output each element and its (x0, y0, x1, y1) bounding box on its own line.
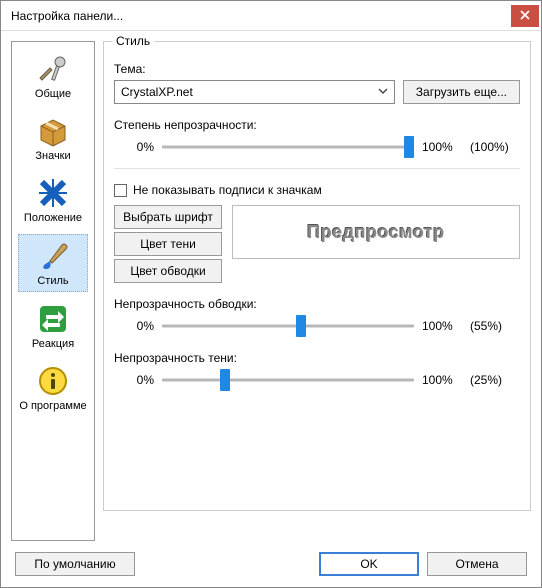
brush-icon (36, 239, 70, 273)
stroke-opacity-label: Непрозрачность обводки: (114, 297, 520, 311)
sidebar-item-label: Значки (35, 150, 70, 162)
ok-button[interactable]: OK (319, 552, 419, 576)
load-more-button[interactable]: Загрузить еще... (403, 80, 520, 104)
style-group: Стиль Тема: CrystalXP.net Загрузить еще.… (103, 41, 531, 511)
package-icon (36, 114, 70, 148)
stroke-opacity-slider[interactable] (162, 315, 414, 337)
swap-icon (36, 302, 70, 336)
sidebar-item-label: Общие (35, 88, 71, 100)
sidebar-item-general[interactable]: Общие (18, 48, 88, 104)
stroke-opacity-value: (55%) (470, 319, 520, 333)
position-icon (36, 176, 70, 210)
sidebar-item-position[interactable]: Положение (18, 172, 88, 228)
sidebar-item-label: О программе (19, 400, 86, 412)
shadow-opacity-slider[interactable] (162, 369, 414, 391)
button-bar: По умолчанию OK Отмена (1, 541, 541, 587)
theme-select[interactable]: CrystalXP.net (114, 80, 395, 104)
hide-captions-label: Не показывать подписи к значкам (133, 183, 322, 197)
sidebar-item-icons[interactable]: Значки (18, 110, 88, 166)
info-icon (36, 364, 70, 398)
window-title: Настройка панели... (11, 9, 123, 23)
opacity-slider[interactable] (162, 136, 414, 158)
close-icon (520, 9, 530, 23)
slider-max: 100% (422, 319, 462, 333)
sidebar-item-label: Реакция (32, 338, 74, 350)
hide-captions-checkbox[interactable] (114, 184, 127, 197)
shadow-opacity-value: (25%) (470, 373, 520, 387)
theme-label: Тема: (114, 62, 520, 76)
sidebar-item-style[interactable]: Стиль (18, 234, 88, 292)
theme-value: CrystalXP.net (121, 85, 193, 99)
defaults-button[interactable]: По умолчанию (15, 552, 135, 576)
close-button[interactable] (511, 5, 539, 27)
slider-max: 100% (422, 373, 462, 387)
tools-icon (36, 52, 70, 86)
settings-window: Настройка панели... Общие Значки (0, 0, 542, 588)
chevron-down-icon (378, 85, 388, 99)
main-panel: Стиль Тема: CrystalXP.net Загрузить еще.… (103, 41, 531, 541)
sidebar-item-about[interactable]: О программе (18, 360, 88, 416)
sidebar: Общие Значки Положение Стиль (11, 41, 95, 541)
slider-max: 100% (422, 140, 462, 154)
choose-font-button[interactable]: Выбрать шрифт (114, 205, 222, 229)
preview-box: Предпросмотр (232, 205, 520, 259)
shadow-opacity-label: Непрозрачность тени: (114, 351, 520, 365)
stroke-color-button[interactable]: Цвет обводки (114, 259, 222, 283)
opacity-value: (100%) (470, 140, 520, 154)
divider (114, 168, 520, 169)
sidebar-item-label: Стиль (37, 275, 68, 287)
titlebar: Настройка панели... (1, 1, 541, 31)
cancel-button[interactable]: Отмена (427, 552, 527, 576)
slider-min: 0% (114, 319, 154, 333)
opacity-label: Степень непрозрачности: (114, 118, 520, 132)
shadow-color-button[interactable]: Цвет тени (114, 232, 222, 256)
preview-text: Предпросмотр (307, 222, 444, 243)
slider-min: 0% (114, 373, 154, 387)
slider-min: 0% (114, 140, 154, 154)
group-legend: Стиль (112, 34, 154, 48)
sidebar-item-label: Положение (24, 212, 82, 224)
sidebar-item-reaction[interactable]: Реакция (18, 298, 88, 354)
